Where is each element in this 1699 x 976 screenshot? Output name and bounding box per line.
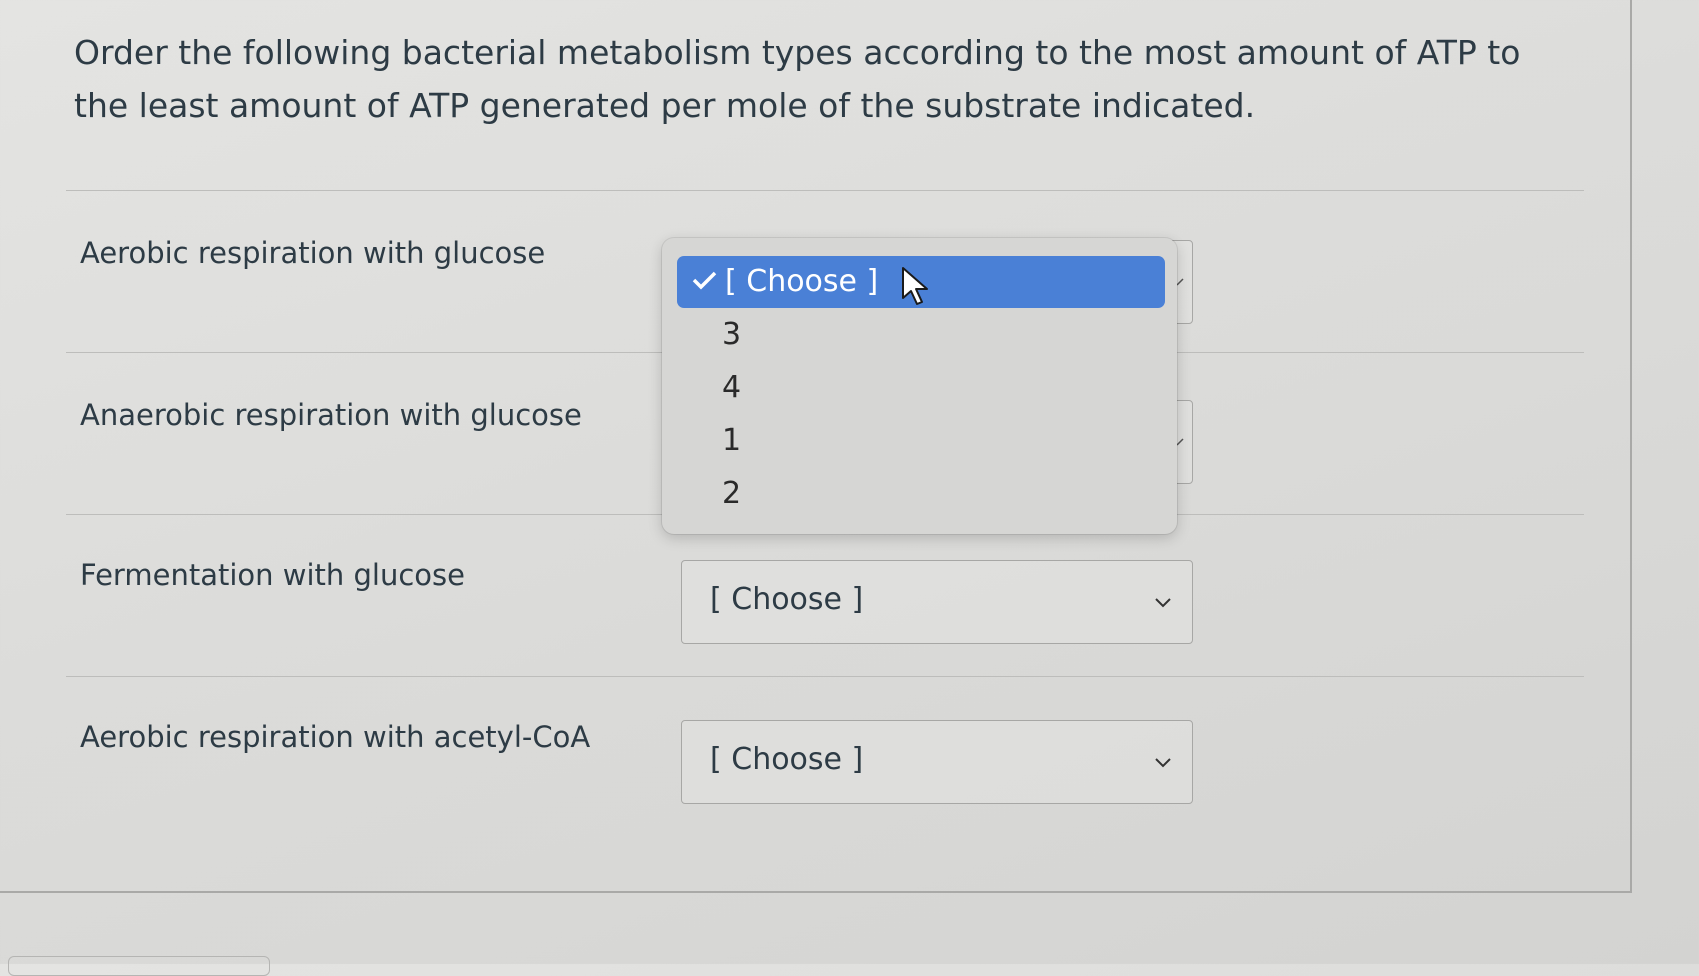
question-text: Order the following bacterial metabolism…: [74, 33, 1521, 125]
row-label-aerobic-acetyl-coa: Aerobic respiration with acetyl-CoA: [80, 720, 591, 754]
dropdown-option-2[interactable]: 2: [677, 468, 1165, 520]
dropdown-option-label: [ Choose ]: [725, 264, 879, 299]
select-fermentation-glucose[interactable]: [ Choose ]: [681, 560, 1193, 644]
row-label-anaerobic-glucose: Anaerobic respiration with glucose: [80, 398, 582, 432]
dropdown-option-label: 1: [722, 423, 742, 458]
divider: [66, 190, 1584, 191]
chevron-down-icon: [1155, 758, 1171, 768]
bottom-tab: [8, 956, 270, 976]
select-value: [ Choose ]: [710, 582, 864, 617]
chevron-down-icon: [1176, 278, 1184, 286]
chevron-down-icon: [1155, 598, 1171, 608]
select-value: [ Choose ]: [710, 742, 864, 777]
chevron-down-icon: [1176, 438, 1184, 446]
check-icon: [692, 271, 717, 290]
dropdown-option-1[interactable]: 1: [677, 415, 1165, 467]
question-panel: Order the following bacterial metabolism…: [0, 0, 1632, 893]
divider: [66, 676, 1584, 677]
row-label-aerobic-glucose: Aerobic respiration with glucose: [80, 236, 546, 270]
dropdown-option-label: 3: [722, 317, 742, 352]
dropdown-option-label: 4: [722, 370, 742, 405]
dropdown-option-3[interactable]: 3: [677, 309, 1165, 361]
row-label-fermentation-glucose: Fermentation with glucose: [80, 558, 465, 592]
dropdown-option-4[interactable]: 4: [677, 362, 1165, 414]
select-aerobic-acetyl-coa[interactable]: [ Choose ]: [681, 720, 1193, 804]
cursor-icon: [902, 267, 928, 305]
dropdown-option-label: 2: [722, 476, 742, 511]
